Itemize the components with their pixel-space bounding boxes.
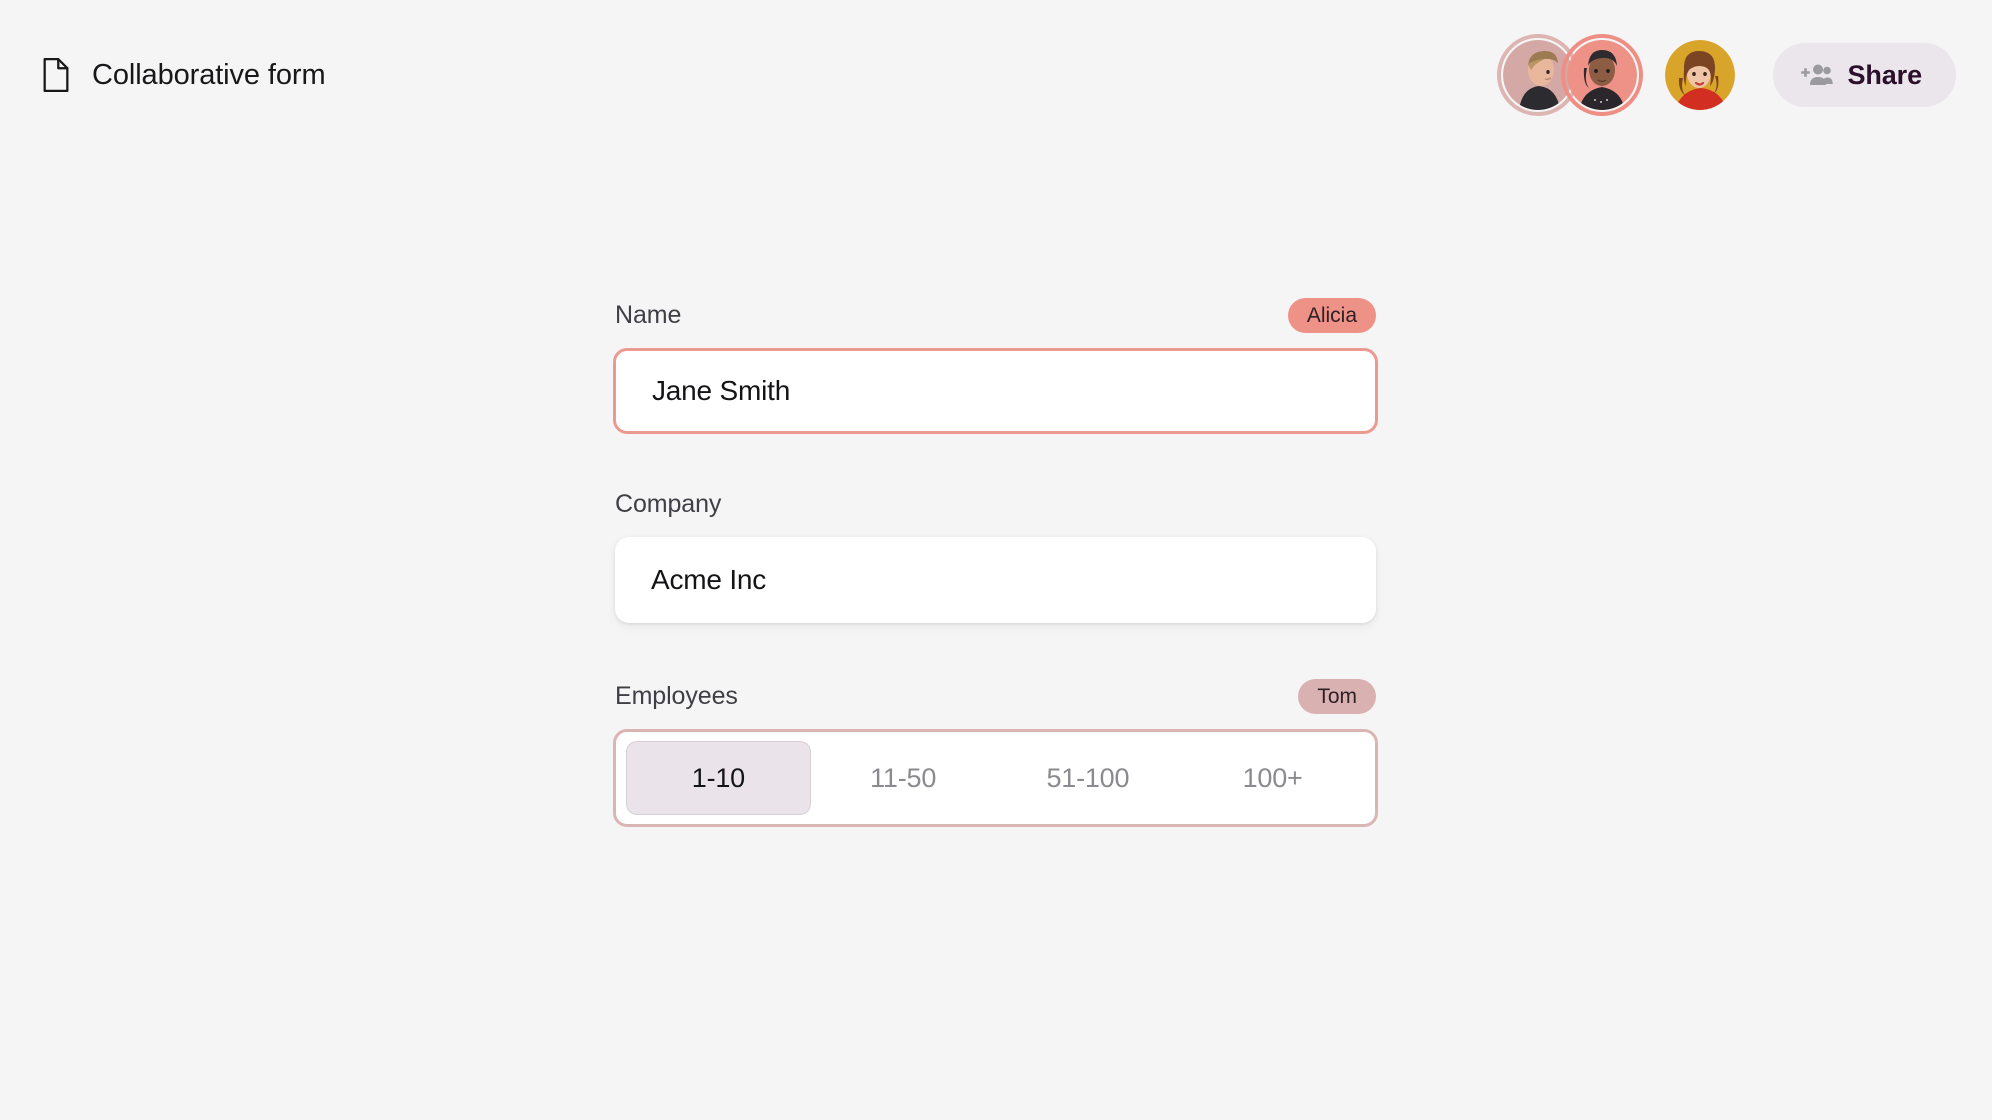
field-employees-label: Employees (615, 681, 738, 710)
document-title-group: Collaborative form (42, 58, 326, 92)
segment-option-2[interactable]: 11-50 (811, 741, 996, 815)
field-name-label: Name (615, 300, 682, 329)
share-label: Share (1847, 59, 1922, 90)
employees-segmented-control: 1-10 11-50 51-100 100+ (613, 729, 1378, 827)
avatar-image-2 (1567, 40, 1638, 110)
top-bar-right: Share (1497, 34, 1956, 116)
field-company-label: Company (615, 489, 722, 518)
field-company-header: Company (613, 483, 1378, 525)
form-container: Name Alicia Jane Smith Company Acme Inc … (613, 294, 1378, 827)
field-employees: Employees Tom 1-10 11-50 51-100 100+ (613, 675, 1378, 827)
field-company: Company Acme Inc (613, 483, 1378, 623)
share-button[interactable]: Share (1773, 43, 1956, 107)
field-employees-header: Employees Tom (613, 675, 1378, 717)
segment-option-1[interactable]: 1-10 (626, 741, 811, 815)
field-name: Name Alicia Jane Smith (613, 294, 1378, 434)
add-people-icon (1799, 61, 1834, 89)
avatar-3[interactable] (1659, 34, 1741, 116)
segment-option-4[interactable]: 100+ (1180, 741, 1365, 815)
document-icon (42, 58, 70, 92)
avatar-2[interactable] (1561, 34, 1644, 116)
avatar-image-3 (1665, 40, 1736, 110)
company-input[interactable]: Acme Inc (615, 537, 1376, 623)
presence-badge-tom: Tom (1298, 678, 1376, 714)
field-name-header: Name Alicia (613, 294, 1378, 336)
collaborator-avatar-stack (1497, 34, 1741, 116)
name-input[interactable]: Jane Smith (613, 348, 1378, 434)
presence-badge-alicia: Alicia (1287, 297, 1376, 333)
segment-option-3[interactable]: 51-100 (996, 741, 1181, 815)
page-title: Collaborative form (92, 58, 326, 91)
top-bar: Collaborative form Share (0, 0, 1992, 150)
